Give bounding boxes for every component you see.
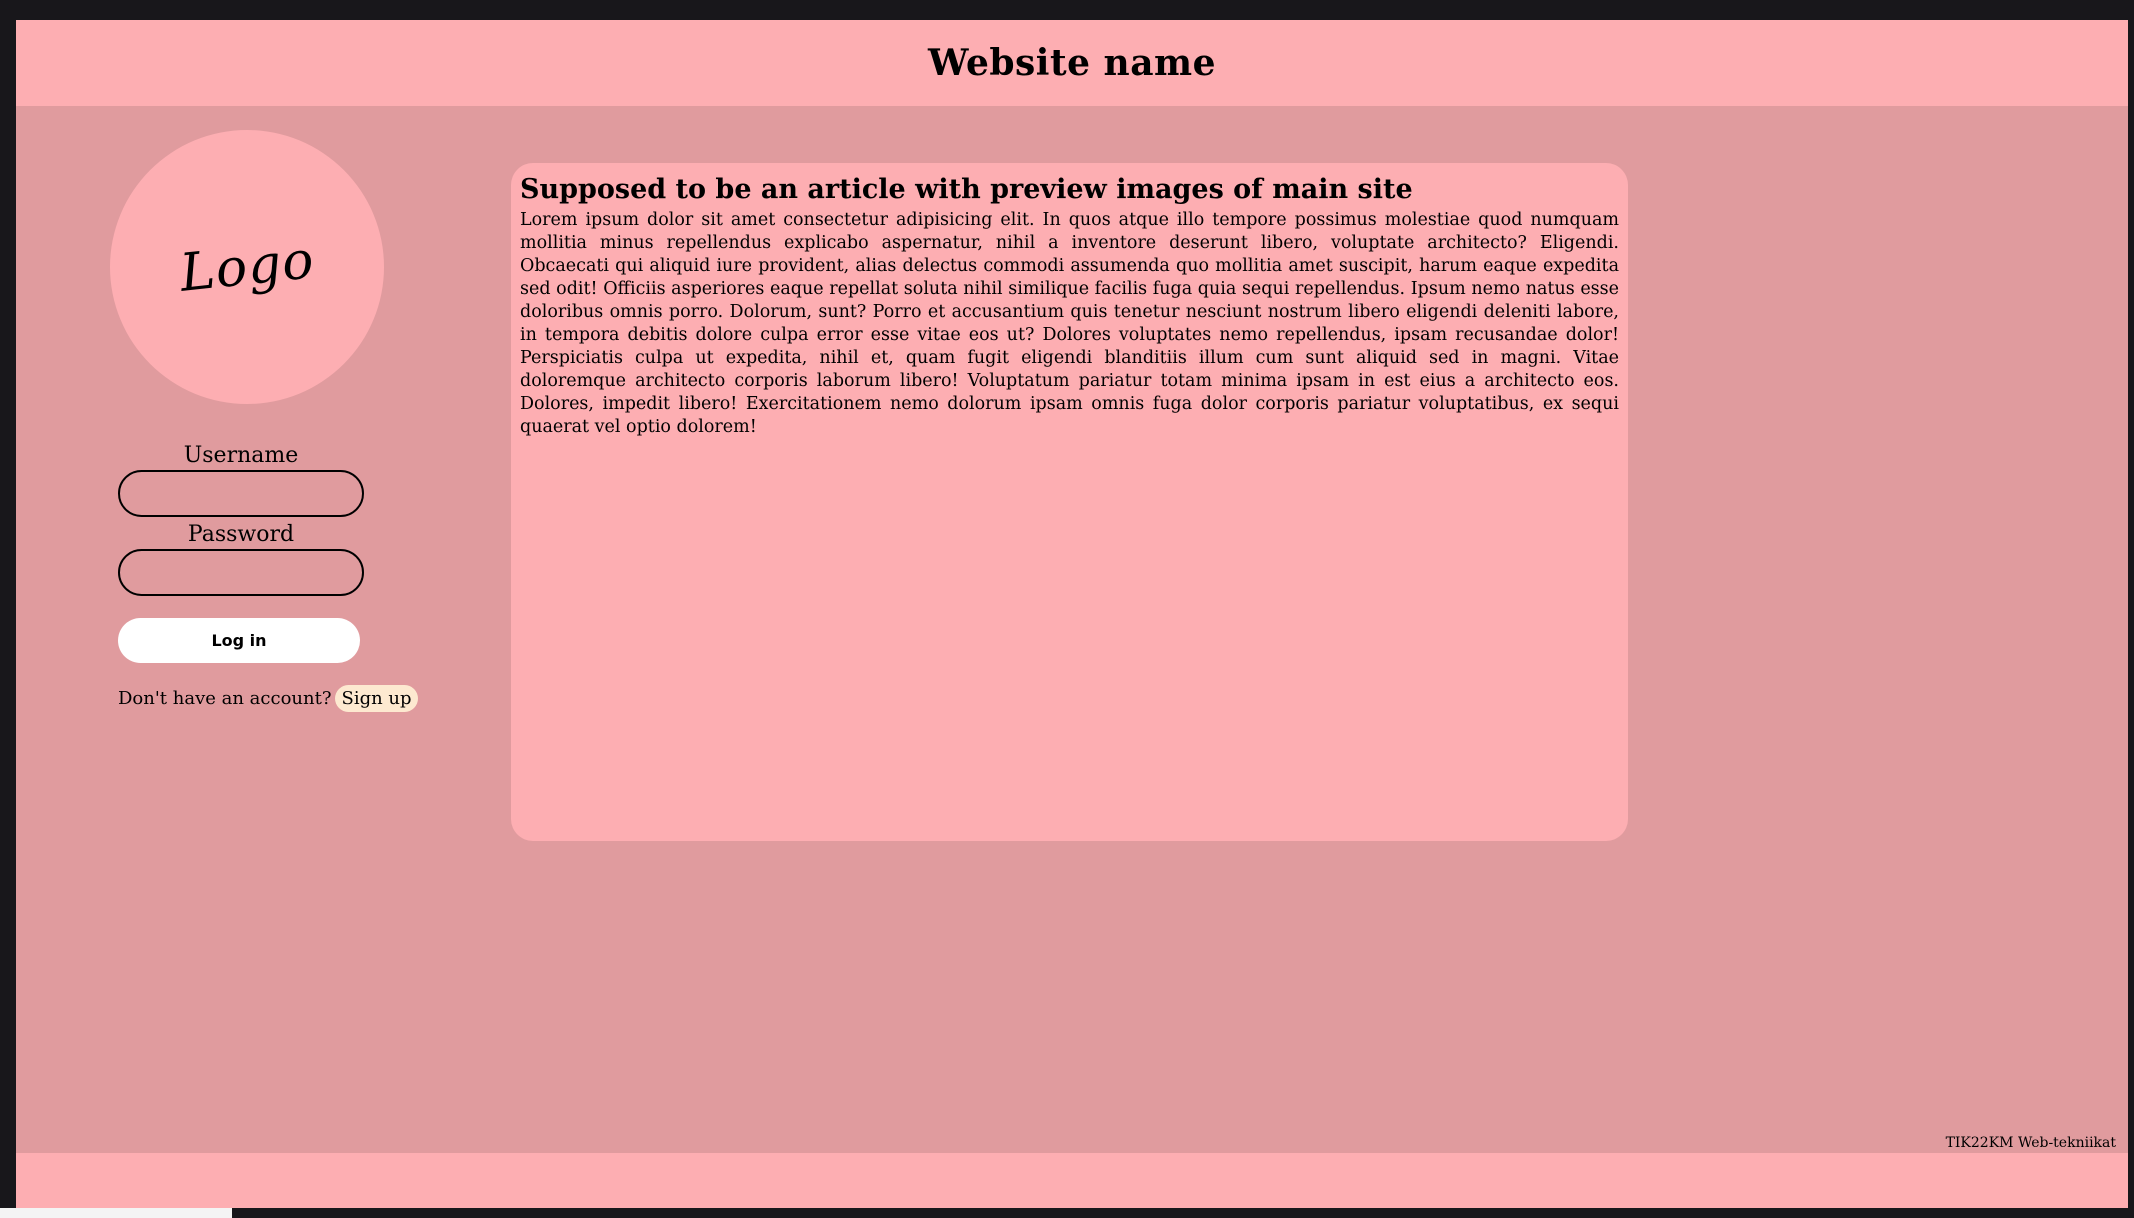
- site-title: Website name: [927, 42, 1217, 84]
- article-title: Supposed to be an article with preview i…: [520, 174, 1413, 205]
- footer-note: TIK22KM Web-tekniikat: [1945, 1135, 2116, 1151]
- page: Website name Logo Username Password Log …: [16, 20, 2128, 1208]
- signup-row: Don't have an account? Sign up: [118, 685, 418, 712]
- username-label: Username: [183, 443, 299, 468]
- site-header: Website name: [16, 20, 2128, 106]
- signup-prompt: Don't have an account?: [118, 688, 332, 709]
- signup-link[interactable]: Sign up: [335, 685, 418, 712]
- article-card: Supposed to be an article with preview i…: [511, 163, 1628, 841]
- logo: Logo: [110, 130, 384, 404]
- password-field[interactable]: [118, 549, 364, 596]
- logo-text: Logo: [177, 230, 317, 304]
- login-button[interactable]: Log in: [118, 618, 360, 663]
- site-footer: [16, 1153, 2128, 1208]
- bottom-tab-strip: [0, 1208, 232, 1218]
- username-field[interactable]: [118, 470, 364, 517]
- password-label: Password: [187, 522, 295, 547]
- article-body: Lorem ipsum dolor sit amet consectetur a…: [520, 210, 1619, 437]
- login-form: Username Password Log in Don't have an a…: [118, 438, 418, 712]
